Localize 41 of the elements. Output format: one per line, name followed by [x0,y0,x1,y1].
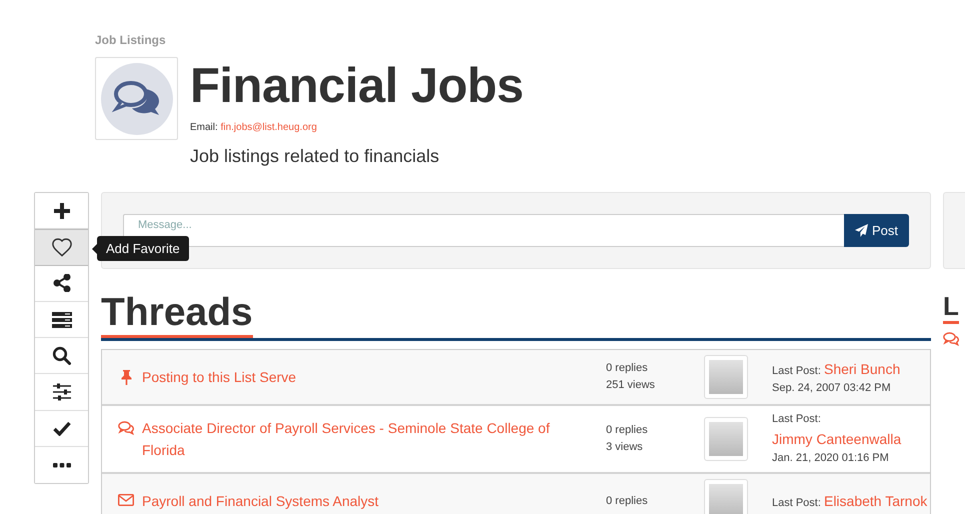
more-icon [52,462,70,468]
views-count: 251 views [606,378,655,393]
email-link[interactable]: fin.jobs@list.heug.org [220,122,317,133]
search-icon [52,346,71,366]
post-date: Jan. 21, 2020 01:16 PM [772,451,889,466]
comments-icon [118,421,134,435]
last-post-text: Last Post: Sheri Bunch [772,360,900,378]
section-heading: L [943,291,959,324]
author-link[interactable]: Sheri Bunch [824,360,900,376]
photo-placeholder [709,484,743,514]
page-title: Financial Jobs [190,59,524,113]
thread-title-link[interactable]: Associate Director of Payroll Services - Seminole State College of Florida [142,417,590,461]
last-post-text: Last Post: Elisabeth Tarnok [772,492,928,511]
heart-icon [50,237,72,258]
author-link[interactable]: Elisabeth Tarnok [824,493,928,509]
share-icon [52,274,70,292]
replies-count: 0 replies [606,361,648,376]
toolbar-button[interactable] [35,229,88,266]
tooltip: Add Favorite [97,236,189,261]
post-date: Sep. 24, 2007 03:42 PM [772,380,891,396]
sliders-icon [52,383,70,402]
paper-plane-icon [854,224,868,237]
breadcrumb: Job Listings [95,33,166,47]
replies-count: 0 replies [606,423,648,438]
envelope-icon [118,494,134,506]
post-button[interactable]: Post [844,214,909,247]
email-line: Email: fin.jobs@list.heug.org [190,122,317,133]
pin-icon [120,370,132,385]
author-link[interactable]: Jimmy Canteenwalla [772,431,902,447]
chat-bubbles-icon [100,62,172,134]
thread-title-link[interactable]: Payroll and Financial Systems Analyst [142,490,379,512]
group-description: Job listings related to financials [190,146,440,167]
thread-title-link[interactable]: Posting to this List Serve [142,366,296,388]
views-count: 3 views [606,440,643,455]
toolbar-button[interactable] [35,193,88,230]
last-post-text: Last Post: Jimmy Canteenwalla [772,412,902,449]
plus-icon [52,202,70,220]
replies-count: 0 replies [606,494,648,508]
check-icon [52,420,70,436]
comments-icon [943,332,959,346]
list-icon [52,312,72,328]
